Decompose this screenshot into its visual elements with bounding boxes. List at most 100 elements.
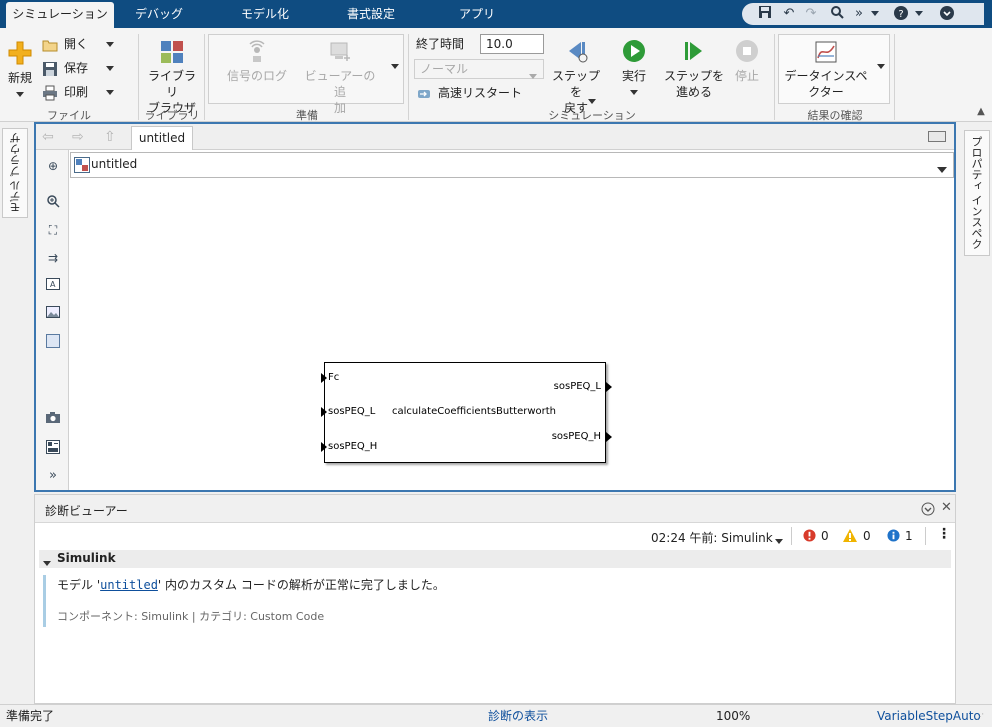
timestamp-select[interactable]: 02:24 午前: Simulink	[651, 529, 773, 546]
ribbon-toolstrip: 新規 開く 保存 印刷 ファイル ライブラリ ブラウザー ライブラリ 信号のログ…	[0, 28, 992, 131]
model-canvas[interactable]: Fc sosPEQ_L sosPEQ_H sosPEQ_L sosPEQ_H c…	[70, 180, 954, 490]
output-port-arrow	[606, 432, 612, 442]
collapse-ribbon-icon[interactable]	[938, 5, 956, 23]
fast-restart-label: 高速リスタート	[438, 86, 523, 100]
mode-chevron-icon	[529, 67, 537, 85]
back-arrow-icon[interactable]: ⇦	[42, 129, 54, 145]
area-icon[interactable]	[45, 334, 61, 350]
warning-icon[interactable]	[843, 529, 857, 542]
add-viewer-button[interactable]: ビューアーの追 加	[300, 40, 380, 116]
redo-icon[interactable]: ↷	[802, 5, 820, 23]
component-info: コンポーネント: Simulink | カテゴリ: Custom Code	[57, 610, 325, 623]
info-icon[interactable]	[887, 529, 900, 542]
output-port-sospeq-h[interactable]: sosPEQ_H	[552, 431, 601, 442]
property-inspector-tab[interactable]: プロパティ インスペクター	[944, 130, 990, 256]
print-button[interactable]: 印刷	[42, 82, 114, 102]
doc-tab-untitled[interactable]: untitled	[131, 126, 193, 150]
open-button[interactable]: 開く	[42, 34, 114, 54]
fast-restart-toggle[interactable]: 高速リスタート	[416, 83, 522, 103]
input-port-arrow	[321, 373, 327, 383]
stop-button[interactable]: 停止	[730, 38, 764, 84]
keyboard-icon[interactable]	[928, 131, 946, 142]
fit-to-view-icon[interactable]: ⛶	[45, 222, 61, 238]
help-icon[interactable]: ?	[892, 5, 910, 23]
divider	[791, 527, 792, 545]
expand-palette-icon[interactable]: »	[45, 468, 61, 484]
step-back-button[interactable]: ステップを 戻す	[548, 38, 604, 116]
input-port-sospeq-l[interactable]: sosPEQ_L	[328, 406, 375, 417]
simulation-mode-select[interactable]: ノーマル	[414, 59, 544, 79]
address-dropdown-icon[interactable]	[937, 162, 947, 176]
file-group-label: ファイル	[47, 109, 91, 122]
hide-show-explorer-icon[interactable]: ⊕	[45, 158, 61, 174]
help-menu-chevron-icon[interactable]	[910, 5, 928, 23]
divider	[774, 34, 775, 120]
resize-grip-icon[interactable]: ⋰	[976, 711, 988, 723]
viewer-icon	[330, 42, 350, 61]
property-inspector-icon[interactable]	[45, 440, 61, 456]
input-port-fc[interactable]: Fc	[328, 372, 339, 383]
solver-link[interactable]: VariableStepAuto	[877, 705, 981, 727]
up-arrow-icon[interactable]: ⇧	[104, 129, 116, 145]
signal-route-icon[interactable]: ⇉	[45, 250, 61, 266]
step-forward-button[interactable]: ステップを 進める	[664, 38, 724, 100]
save-chevron-icon	[105, 61, 114, 75]
collapse-section-icon[interactable]	[43, 556, 51, 570]
input-port-arrow	[321, 407, 327, 417]
divider	[138, 34, 139, 120]
save-icon[interactable]	[756, 5, 774, 23]
annotation-icon[interactable]: A	[45, 278, 61, 294]
svg-text:?: ?	[898, 9, 903, 20]
more-options-icon[interactable]: ⋮	[937, 526, 951, 542]
output-port-sospeq-l[interactable]: sosPEQ_L	[554, 381, 601, 392]
editor-tool-palette: ⊕ ⛶ ⇉ A »	[36, 150, 69, 490]
close-icon[interactable]: ✕	[941, 500, 952, 515]
right-side-panel: プロパティ インスペクター	[944, 122, 992, 704]
step-forward-label-2: 進める	[675, 85, 712, 99]
run-chevron-icon	[612, 84, 656, 100]
search-icon[interactable]	[828, 5, 846, 23]
chevron-down-icon[interactable]	[866, 5, 884, 23]
image-icon[interactable]	[45, 306, 61, 322]
message-suffix: ' 内のカスタム コードの解析が正常に完了しました。	[157, 578, 445, 592]
undo-icon[interactable]: ↶	[780, 5, 798, 23]
prepare-expand-button[interactable]	[388, 58, 402, 74]
tab-apps[interactable]: アプリ	[452, 0, 502, 28]
timestamp-chevron-icon[interactable]	[775, 534, 783, 548]
forward-arrow-icon[interactable]: ⇨	[72, 129, 84, 145]
panel-menu-icon[interactable]	[921, 502, 935, 516]
input-port-sospeq-h[interactable]: sosPEQ_H	[328, 441, 377, 452]
diagnostic-section-header[interactable]: Simulink	[39, 550, 951, 568]
show-diagnostics-link[interactable]: 診断の表示	[488, 705, 548, 727]
printer-icon	[43, 85, 57, 100]
diagnostic-message: モデル 'untitled' 内のカスタム コードの解析が正常に完了しました。	[57, 576, 445, 593]
message-accent-bar	[43, 575, 46, 627]
tab-debug[interactable]: デバッグ	[128, 0, 190, 28]
model-link[interactable]: untitled	[100, 578, 158, 592]
error-count: 0	[821, 529, 829, 543]
save-label: 保存	[64, 61, 89, 75]
collapse-toolstrip-icon[interactable]: ▲	[974, 106, 988, 118]
matlab-function-block[interactable]: Fc sosPEQ_L sosPEQ_H sosPEQ_L sosPEQ_H c…	[321, 362, 612, 463]
model-browser-tab[interactable]: モデル ブラウザー	[2, 128, 48, 218]
screenshot-camera-icon[interactable]	[45, 412, 61, 428]
step-back-icon	[569, 42, 588, 63]
data-inspector-button[interactable]: データインスペ クター	[784, 40, 868, 100]
folder-icon	[42, 40, 58, 51]
diagnostic-viewer-header: 診断ビューアー ✕	[35, 495, 955, 523]
tab-format[interactable]: 書式設定	[338, 0, 404, 28]
results-expand-button[interactable]	[874, 58, 888, 74]
stop-time-input[interactable]: 10.0	[480, 34, 544, 54]
zoom-icon[interactable]	[45, 194, 61, 210]
model-editor: ⇦ ⇨ ⇧ untitled ⊕ ⛶ ⇉ A » untitled Fc sos…	[34, 122, 956, 492]
error-icon[interactable]	[803, 529, 816, 542]
model-address-bar[interactable]: untitled	[70, 152, 954, 178]
run-button[interactable]: 実行	[612, 38, 656, 100]
tab-modeling[interactable]: モデル化	[234, 0, 296, 28]
signal-log-button[interactable]: 信号のログ	[222, 40, 292, 84]
new-label: 新規	[7, 71, 32, 85]
add-viewer-label-1: ビューアーの追	[304, 69, 376, 99]
save-button[interactable]: 保存	[42, 58, 114, 78]
tab-simulation[interactable]: シミュレーション	[6, 2, 114, 28]
new-button[interactable]: 新規	[4, 40, 36, 102]
